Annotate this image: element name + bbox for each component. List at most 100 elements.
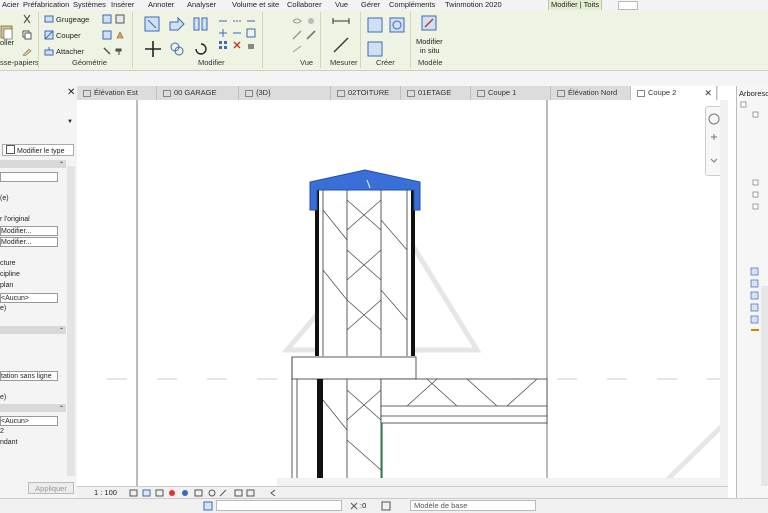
section-header[interactable]: ⌃ xyxy=(0,160,66,168)
split-icon[interactable] xyxy=(218,28,228,38)
pencil-icon[interactable] xyxy=(306,30,316,40)
mirror-icon[interactable] xyxy=(192,16,210,34)
cut-geometry-icon[interactable] xyxy=(44,30,54,40)
rotate-icon[interactable] xyxy=(192,40,210,58)
delete-icon[interactable] xyxy=(232,40,242,50)
menu-acier[interactable]: Acier xyxy=(2,0,19,10)
tab-00-garage[interactable]: 00 GARAGE xyxy=(157,86,239,100)
menu-collaborer[interactable]: Collaborer xyxy=(287,0,322,10)
section-header[interactable]: ⌃ xyxy=(0,326,66,334)
offset-icon[interactable] xyxy=(168,16,186,34)
attach-icon[interactable] xyxy=(44,46,54,56)
view-icon xyxy=(557,89,565,97)
view-scale[interactable]: 1 : 100 xyxy=(94,488,117,497)
property-field[interactable]: <Aucun> xyxy=(0,293,58,303)
tab-coupe-2[interactable]: Coupe 2 ✕ xyxy=(631,86,717,100)
paint-icon[interactable] xyxy=(115,30,125,40)
property-field[interactable]: <Aucun> xyxy=(0,416,58,426)
menu-twinmotion[interactable]: Twinmotion 2020 xyxy=(445,0,502,10)
create-parts-icon[interactable] xyxy=(366,16,384,34)
edit-type-button[interactable]: Modifier le type xyxy=(2,144,74,156)
linework-icon[interactable] xyxy=(292,44,302,54)
menu-gerer[interactable]: Gérer xyxy=(361,0,380,10)
horizontal-scrollbar[interactable] xyxy=(277,478,728,486)
sync-icon[interactable] xyxy=(348,500,360,512)
property-field[interactable]: Modifier... xyxy=(0,237,58,247)
menu-annoter[interactable]: Annoter xyxy=(148,0,174,10)
tab-elevation-nord[interactable]: Élévation Nord xyxy=(551,86,631,100)
menu-vue[interactable]: Vue xyxy=(335,0,348,10)
cut-geometry-label[interactable]: Couper xyxy=(56,31,81,40)
drawing-canvas[interactable] xyxy=(77,100,728,486)
hammer-icon[interactable] xyxy=(115,46,125,56)
apply-button[interactable]: Appliquer xyxy=(28,482,74,494)
menu-analyser[interactable]: Analyser xyxy=(187,0,216,10)
close-icon[interactable]: ✕ xyxy=(67,87,75,98)
ribbon-toggle-button[interactable] xyxy=(618,1,638,10)
tab-3d[interactable]: {3D} xyxy=(239,86,331,100)
dimension-icon[interactable] xyxy=(332,36,350,54)
create-similar-icon[interactable] xyxy=(366,40,384,58)
property-row: e) xyxy=(0,305,7,312)
browser-scrollbar[interactable] xyxy=(761,286,768,486)
section-header[interactable]: ⌃ xyxy=(0,404,66,412)
collapse-icon: ⌃ xyxy=(58,406,64,412)
close-tab-icon[interactable]: ✕ xyxy=(704,86,712,100)
trim-icon[interactable] xyxy=(218,16,228,26)
menu-prefabrication[interactable]: Préfabrication xyxy=(23,0,69,10)
edit-in-place-line2[interactable]: in situ xyxy=(420,46,440,55)
menu-volume-site[interactable]: Volume et site xyxy=(232,0,279,10)
property-field[interactable]: Modifier... xyxy=(0,226,58,236)
align-icon[interactable] xyxy=(144,16,162,34)
split-face-icon[interactable] xyxy=(102,30,112,40)
measure-group-label: Mesurer xyxy=(330,58,358,67)
view-icon xyxy=(337,89,345,97)
hide-icon[interactable] xyxy=(292,16,302,26)
match-props-icon[interactable] xyxy=(22,46,32,56)
design-option-select[interactable]: Modèle de base xyxy=(410,500,536,511)
scale-icon[interactable] xyxy=(232,16,242,26)
copy-icon[interactable] xyxy=(22,30,32,40)
cope-label[interactable]: Grugeage xyxy=(56,15,89,24)
property-field[interactable]: tation sans ligne xyxy=(0,371,58,381)
menu-systemes[interactable]: Systèmes xyxy=(73,0,106,10)
edit-in-place-line1[interactable]: Modifier xyxy=(416,37,443,46)
lock-icon[interactable] xyxy=(246,40,256,50)
design-options-icon[interactable] xyxy=(380,500,392,512)
menu-inserer[interactable]: Insérer xyxy=(111,0,134,10)
tab-01etage[interactable]: 01ETAGE xyxy=(401,86,471,100)
worksets-icon[interactable] xyxy=(202,500,214,512)
attach-label[interactable]: Attacher xyxy=(56,47,84,56)
measure-icon[interactable] xyxy=(332,16,350,26)
copy-elem-icon[interactable] xyxy=(168,40,186,58)
edit-in-place-icon[interactable] xyxy=(420,14,438,32)
tab-elevation-est[interactable]: Élévation Est xyxy=(77,86,157,100)
workset-field[interactable] xyxy=(216,500,342,511)
view-icon xyxy=(245,89,253,97)
pin-icon[interactable] xyxy=(232,28,242,38)
property-row: (e) xyxy=(0,195,9,202)
array-icon[interactable] xyxy=(218,40,228,50)
group-icon[interactable] xyxy=(246,28,256,38)
type-dropdown-icon[interactable]: ▼ xyxy=(67,119,73,125)
vertical-scrollbar[interactable] xyxy=(720,100,728,478)
wall-join-icon[interactable] xyxy=(115,14,125,24)
unpin-icon[interactable] xyxy=(246,16,256,26)
move-icon[interactable] xyxy=(144,40,162,58)
modify-group-label: Modifier xyxy=(198,58,225,67)
tab-02toiture[interactable]: 02TOITURE xyxy=(331,86,401,100)
menu-complements[interactable]: Compléments xyxy=(389,0,435,10)
sync-count: :0 xyxy=(360,501,367,510)
override-icon[interactable] xyxy=(292,30,302,40)
cut-icon[interactable] xyxy=(22,14,32,24)
demolish-icon[interactable] xyxy=(102,46,112,56)
property-field[interactable] xyxy=(0,172,58,182)
create-assembly-icon[interactable] xyxy=(388,16,406,34)
collapse-icon: ⌃ xyxy=(58,328,64,334)
cope-icon[interactable] xyxy=(44,14,54,24)
paint-view-icon[interactable] xyxy=(306,16,316,26)
tab-coupe-1[interactable]: Coupe 1 xyxy=(471,86,551,100)
join-icon[interactable] xyxy=(102,14,112,24)
geometry-group-label: Géométrie xyxy=(72,58,108,67)
properties-scrollbar[interactable] xyxy=(67,166,75,476)
